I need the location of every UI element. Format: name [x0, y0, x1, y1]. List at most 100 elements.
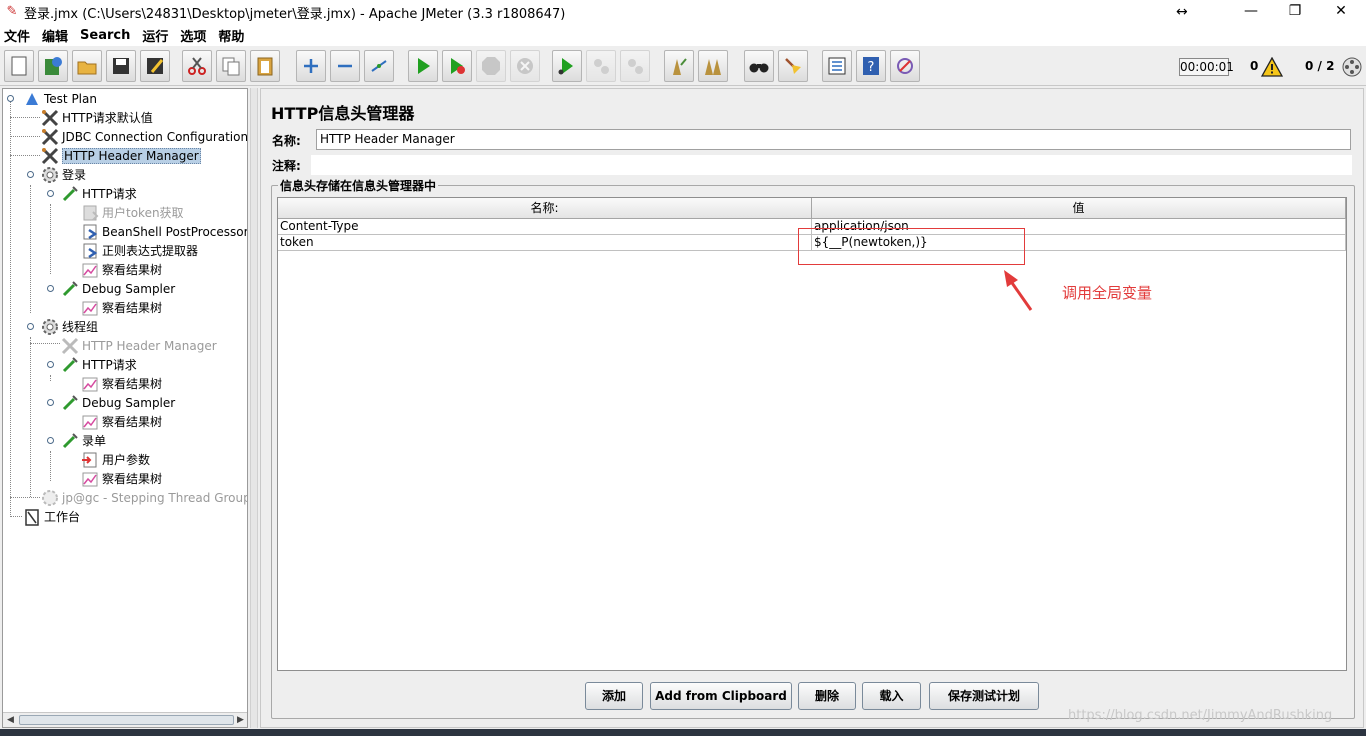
scroll-left-icon[interactable]: ◀	[7, 715, 14, 725]
menu-help[interactable]: 帮助	[218, 26, 244, 45]
tree-node-http-request[interactable]: HTTP请求	[61, 355, 137, 374]
open-button[interactable]	[72, 50, 102, 82]
tree-node-label: 察看结果树	[102, 415, 163, 429]
name-input[interactable]: HTTP Header Manager	[316, 129, 1351, 150]
tree-node-http-header-manager-disabled[interactable]: HTTP Header Manager	[61, 336, 217, 355]
start-no-timers-button[interactable]	[442, 50, 472, 82]
test-plan-tree[interactable]: Test Plan HTTP请求默认值 JDBC Connection Conf…	[2, 88, 248, 728]
collapse-button[interactable]	[330, 50, 360, 82]
tree-node-regex-extractor[interactable]: 正则表达式提取器	[81, 241, 198, 260]
clear-all-icon	[705, 59, 721, 75]
expand-button[interactable]	[296, 50, 326, 82]
log-viewer-icon	[897, 58, 913, 74]
stop-button[interactable]	[476, 50, 506, 82]
thread-group-icon	[41, 489, 59, 507]
remote-start-button[interactable]	[552, 50, 582, 82]
menu-bar: 文件 编辑 Search 运行 选项 帮助	[0, 24, 1366, 46]
table-cell-name[interactable]: Content-Type	[278, 219, 812, 235]
tree-node-http-request[interactable]: HTTP请求	[61, 184, 137, 203]
tree-node-thread-group-login[interactable]: 登录	[41, 165, 86, 184]
jmeter-feather-icon: ✎	[6, 4, 18, 19]
close-button[interactable]: ✕	[1318, 0, 1364, 24]
tree-node-view-results-tree[interactable]: 察看结果树	[81, 298, 162, 317]
tree-node-http-defaults[interactable]: HTTP请求默认值	[41, 108, 153, 127]
tree-node-thread-group[interactable]: 线程组	[41, 317, 98, 336]
function-helper-button[interactable]	[822, 50, 852, 82]
listener-icon	[81, 413, 99, 431]
tree-node-workbench[interactable]: 工作台	[23, 507, 80, 526]
menu-file[interactable]: 文件	[4, 26, 30, 45]
listener-icon	[81, 470, 99, 488]
tree-node-http-header-manager[interactable]: HTTP Header Manager	[41, 146, 201, 165]
error-count: 0	[1250, 59, 1259, 73]
scrollbar-thumb[interactable]	[19, 715, 234, 725]
clear-all-button[interactable]	[698, 50, 728, 82]
menu-search[interactable]: Search	[80, 28, 130, 43]
pre-processor-icon	[81, 451, 99, 469]
pane-splitter[interactable]	[250, 88, 258, 728]
tree-node-beanshell-postprocessor[interactable]: BeanShell PostProcessor	[81, 222, 247, 241]
tree-node-label: 察看结果树	[102, 301, 163, 315]
load-button[interactable]: 载入	[862, 682, 921, 710]
shutdown-button[interactable]	[510, 50, 540, 82]
clear-button[interactable]	[664, 50, 694, 82]
table-cell-name[interactable]: token	[278, 235, 812, 251]
minimize-button[interactable]: —	[1228, 0, 1274, 24]
tree-node-view-results-tree[interactable]: 察看结果树	[81, 260, 162, 279]
save-icon	[113, 58, 129, 74]
log-viewer-button[interactable]	[890, 50, 920, 82]
start-no-timers-icon	[451, 58, 465, 74]
column-header-value[interactable]: 值	[812, 198, 1346, 219]
config-element-icon	[41, 109, 59, 127]
tree-node-label: Test Plan	[44, 91, 97, 106]
annotation-highlight-box	[798, 228, 1025, 265]
tree-node-label: 察看结果树	[102, 377, 163, 391]
tree-node-token-extractor[interactable]: 用户token获取	[81, 203, 184, 222]
new-button[interactable]	[4, 50, 34, 82]
tree-horizontal-scrollbar[interactable]: ◀ ▶	[3, 712, 247, 727]
tree-node-stepping-thread-group[interactable]: jp@gc - Stepping Thread Group	[41, 488, 247, 507]
menu-edit[interactable]: 编辑	[42, 26, 68, 45]
add-button[interactable]: 添加	[585, 682, 643, 710]
warning-icon[interactable]	[1261, 57, 1283, 77]
elapsed-timer: 00:00:01	[1179, 58, 1234, 76]
menu-options[interactable]: 选项	[180, 26, 206, 45]
tree-node-order[interactable]: 录单	[61, 431, 106, 450]
save-as-button[interactable]	[140, 50, 170, 82]
tree-node-view-results-tree[interactable]: 察看结果树	[81, 374, 162, 393]
toggle-button[interactable]	[364, 50, 394, 82]
tree-node-view-results-tree[interactable]: 察看结果树	[81, 412, 162, 431]
tree-node-debug-sampler[interactable]: Debug Sampler	[61, 393, 175, 412]
tree-node-label: 用户token获取	[102, 206, 184, 220]
delete-button[interactable]: 删除	[798, 682, 856, 710]
add-from-clipboard-button[interactable]: Add from Clipboard	[650, 682, 792, 710]
save-button[interactable]	[106, 50, 136, 82]
tree-node-view-results-tree[interactable]: 察看结果树	[81, 469, 162, 488]
search-button[interactable]	[744, 50, 774, 82]
tree-node-debug-sampler[interactable]: Debug Sampler	[61, 279, 175, 298]
scroll-right-icon[interactable]: ▶	[237, 715, 244, 725]
help-button[interactable]: ?	[856, 50, 886, 82]
save-test-plan-button[interactable]: 保存测试计划	[929, 682, 1039, 710]
comment-input[interactable]	[311, 155, 1352, 175]
tree-node-user-parameters[interactable]: 用户参数	[81, 450, 150, 469]
remote-stop-button[interactable]	[586, 50, 616, 82]
tree-node-label: Debug Sampler	[82, 281, 176, 296]
headers-table[interactable]: 名称: 值 Content-Type application/json toke…	[277, 197, 1347, 671]
column-header-name[interactable]: 名称:	[278, 198, 812, 219]
tree-node-label: HTTP Header Manager	[62, 147, 201, 164]
restore-button[interactable]: ❐	[1272, 0, 1318, 24]
remote-shutdown-button[interactable]	[620, 50, 650, 82]
tree-node-test-plan[interactable]: Test Plan	[23, 89, 97, 108]
paste-button[interactable]	[250, 50, 280, 82]
copy-button[interactable]	[216, 50, 246, 82]
start-icon	[418, 58, 430, 74]
templates-button[interactable]	[38, 50, 68, 82]
cut-button[interactable]	[182, 50, 212, 82]
menu-run[interactable]: 运行	[142, 26, 168, 45]
reset-search-button[interactable]	[778, 50, 808, 82]
expand-icon	[304, 59, 318, 73]
tree-node-jdbc-config[interactable]: JDBC Connection Configuration	[41, 127, 247, 146]
help-icon: ?	[863, 57, 879, 75]
start-button[interactable]	[408, 50, 438, 82]
